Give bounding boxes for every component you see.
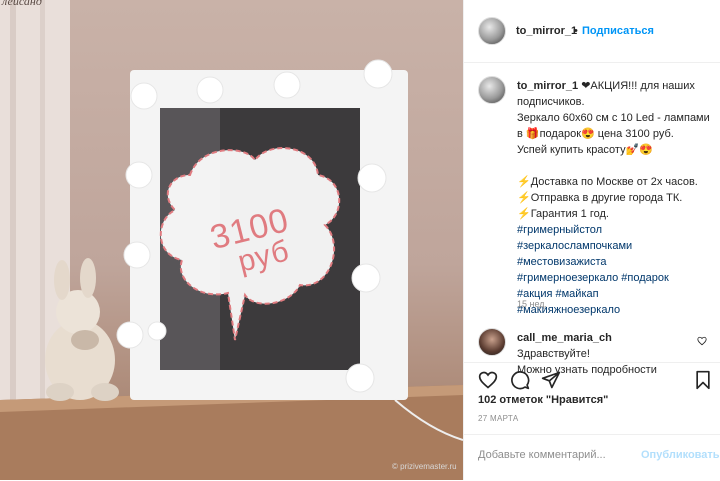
- comment-username[interactable]: call_me_maria_ch: [517, 332, 612, 344]
- comment-avatar[interactable]: [478, 328, 506, 356]
- add-comment-bar: Добавьте комментарий... Опубликовать: [464, 434, 720, 481]
- avatar[interactable]: [478, 17, 506, 45]
- caption-line-5: ⚡Отправка в другие города ТК.: [517, 192, 683, 204]
- caption-age[interactable]: 15 нед.: [517, 299, 547, 309]
- caption-text: to_mirror_1 ❤АКЦИЯ!!! для наших подписчи…: [517, 78, 717, 318]
- photo-watermark: © prizivemaster.ru: [392, 462, 457, 471]
- post-photo[interactable]: лейсанд 3100 руб © prizivemaster.ru: [0, 0, 463, 480]
- post-date[interactable]: 27 МАРТА: [478, 414, 518, 423]
- caption-line-2: Успей купить красоту💅😍: [517, 144, 653, 156]
- heart-icon[interactable]: [478, 370, 498, 390]
- follow-button[interactable]: Подписаться: [582, 25, 654, 37]
- caption-line-3: [517, 158, 717, 174]
- photo-top-text: лейсанд: [2, 0, 42, 8]
- header-username[interactable]: to_mirror_1: [516, 25, 577, 37]
- hashtag[interactable]: #местовизажиста: [517, 254, 717, 270]
- caption-username[interactable]: to_mirror_1: [517, 80, 578, 92]
- caption-avatar[interactable]: [478, 76, 506, 104]
- hashtag[interactable]: #гримерныйстол: [517, 222, 717, 238]
- hashtag[interactable]: #гримерноезеркало #подарок: [517, 270, 717, 286]
- share-icon[interactable]: [541, 370, 561, 390]
- comment-input[interactable]: Добавьте комментарий...: [478, 449, 606, 461]
- post-header: to_mirror_1 • Подписаться: [464, 0, 720, 63]
- post-comment-button[interactable]: Опубликовать: [641, 449, 720, 461]
- header-separator: •: [574, 25, 578, 37]
- action-bar: [464, 362, 720, 395]
- comment-like-icon[interactable]: [697, 336, 707, 346]
- comment-icon[interactable]: [510, 370, 530, 390]
- post-panel: to_mirror_1 • Подписаться to_mirror_1 ❤А…: [463, 0, 720, 480]
- caption-line-4: ⚡Доставка по Москве от 2х часов.: [517, 176, 698, 188]
- likes-count[interactable]: 102 отметок "Нравится": [478, 394, 608, 406]
- caption-line-1: Зеркало 60х60 см с 10 Led - лампами в 🎁п…: [517, 112, 710, 140]
- caption-line-6: ⚡Гарантия 1 год.: [517, 208, 609, 220]
- bookmark-icon[interactable]: [694, 370, 712, 390]
- hashtag[interactable]: #зеркалослампочками: [517, 238, 717, 254]
- comment-text: Здравствуйте!: [517, 348, 590, 360]
